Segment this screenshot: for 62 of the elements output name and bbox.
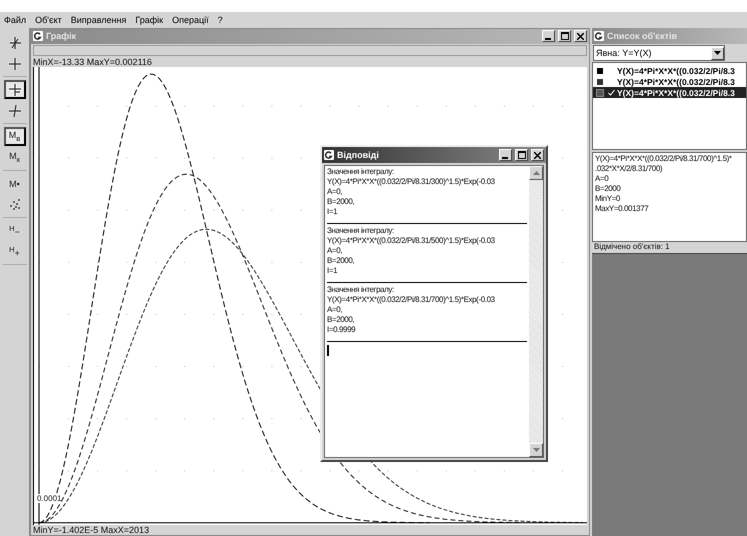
answer-value: A=0, <box>327 187 344 197</box>
details-line: MaxY=0.001377 <box>595 204 650 214</box>
close-button[interactable] <box>531 149 544 161</box>
range-info: MinY=-1.402E-5 MaxX=2013 <box>32 525 150 535</box>
scatter-icon <box>8 198 22 212</box>
answer-value: A=0, <box>327 305 344 315</box>
crosshair-icon <box>8 82 22 96</box>
answer-value: I=0.9999 <box>327 325 356 335</box>
toolbar-button[interactable]: M$_{в}$ <box>4 127 26 146</box>
answer-heading: Значення інтегралу: <box>327 226 395 236</box>
menu-item[interactable]: Графік <box>135 15 164 25</box>
details-line: MinY=0 <box>595 194 621 204</box>
details-line: B=2000 <box>595 184 622 194</box>
app-logo-icon <box>594 31 604 41</box>
window-title: Відповіді <box>337 150 379 160</box>
maximize-icon <box>518 151 526 159</box>
menu-item[interactable]: Файл <box>4 15 26 25</box>
close-button[interactable] <box>574 30 587 42</box>
answer-formula: Y(X)=4*Pi*X*X*((0.032/2/Pi/8.31/300)^1.5)*Exp(-0.03 <box>327 177 496 187</box>
axes-icon <box>8 36 22 50</box>
app-logo-icon <box>33 31 43 42</box>
axis-label: 0.0001 <box>37 494 62 503</box>
answer-heading: Значення інтегралу: <box>327 285 395 295</box>
plus-icon <box>8 56 22 70</box>
menu-item[interactable]: Виправлення <box>70 15 126 25</box>
menu-item[interactable]: Об'єкт <box>35 15 62 25</box>
status-text: Відмічено об'єктів: 1 <box>593 242 671 253</box>
answer-value: B=2000, <box>327 197 356 207</box>
crosshair-icon <box>8 104 22 118</box>
answer-value: A=0, <box>327 246 344 256</box>
menu-item[interactable]: Операції <box>172 15 209 25</box>
answer-value: B=2000, <box>327 315 356 325</box>
minimize-button[interactable] <box>542 30 555 42</box>
close-icon <box>534 152 541 158</box>
answer-formula: Y(X)=4*Pi*X*X*((0.032/2/Pi/8.31/700)^1.5)*Exp(-0.03 <box>327 295 496 305</box>
answer-heading: Значення інтегралу: <box>327 167 395 177</box>
details-line: A=0 <box>595 174 610 184</box>
down-arrow-icon <box>532 448 540 452</box>
answer-value: I=1 <box>327 266 338 276</box>
maximize-button[interactable] <box>558 30 571 42</box>
answer-value: I=1 <box>327 207 338 217</box>
answer-formula: Y(X)=4*Pi*X*X*((0.032/2/Pi/8.31/500)^1.5)*Exp(-0.03 <box>327 236 496 246</box>
window-title: Графік <box>46 31 76 42</box>
details-line: Y(X)=4*Pi*X*X*((0.032/2/Pi/8.31/700)^1.5)* <box>595 154 733 164</box>
scroll-down-button[interactable] <box>529 443 543 457</box>
list-item[interactable]: Y(X)=4*Pi*X*X*((0.032/2/Pi/8.3 <box>593 87 746 98</box>
window-title: Список об'єктів <box>607 31 678 41</box>
dropdown-arrow-icon <box>714 51 721 55</box>
text-cursor <box>327 345 329 356</box>
up-arrow-icon <box>532 171 540 175</box>
scroll-up-button[interactable] <box>529 166 543 180</box>
maximize-icon <box>560 32 568 40</box>
menu-item[interactable]: ? <box>218 15 223 25</box>
filter-dropdown[interactable]: Явна: Y=Y(X) <box>593 45 725 61</box>
close-icon <box>577 32 584 40</box>
range-info: MinX=-13.33 MaxY=0.002116 <box>32 57 153 68</box>
minimize-button[interactable] <box>499 149 512 161</box>
app-logo-icon <box>324 150 334 160</box>
maximize-button[interactable] <box>515 149 528 161</box>
answer-value: B=2000, <box>327 256 356 266</box>
details-line: .032*X*X/2/8.31/700) <box>595 164 664 174</box>
toolbar-button[interactable] <box>4 80 26 99</box>
